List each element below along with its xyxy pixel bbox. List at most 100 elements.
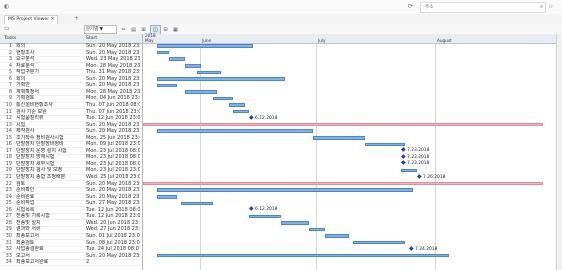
milestone-label: 7.26.2018 [423,174,446,180]
milestone-label: 7.24.2018 [415,246,438,252]
task-start: Sun. 27 May 2018 23:0 [86,200,140,207]
task-bar[interactable] [365,142,405,147]
task-name: 사업종결완료 [16,246,44,253]
task-bar[interactable] [185,90,217,94]
title-bar: ◐ ⟳ 주소 ⌕ ☆ [0,0,562,15]
refresh-icon[interactable]: ⟳ [408,2,413,11]
column-header-start[interactable]: Start [86,34,97,43]
address-bar[interactable]: 주소 [420,2,546,13]
task-name: 계획확정서 [16,88,40,95]
task-bar[interactable] [229,103,245,107]
table-row[interactable]: 34 최종보고서완료 2 [0,259,142,267]
task-name: 보고서 [16,252,30,259]
gantt-chart: 2018 May June July August ◆ 6.12.2018 ◆ 7… [143,33,557,270]
task-start: Mon. 23 Jul 2018 23:0 [86,167,140,174]
row-number: 31 [5,239,12,246]
row-number: 34 [5,259,12,266]
task-name: 기획검토 [16,95,35,102]
task-bar[interactable] [181,201,213,206]
milestone[interactable]: ◆ 7.24.2018 [409,245,438,253]
summary-bar[interactable] [143,122,543,127]
task-name: 자료분석 [16,62,35,69]
gantt-bars: ◆ 6.12.2018 ◆ 7.23.2018 ◆ 7.23.2018 ◆ 7.23.… [143,43,557,270]
task-bar[interactable] [197,70,221,75]
task-bar[interactable] [157,129,313,134]
row-number: 18 [5,154,12,161]
row-number: 5 [8,69,12,76]
task-name: 조기착수 정비검사시험 [16,134,64,141]
row-number: 20 [5,167,12,174]
task-start: Thu. 07 Jun 2018 08:00 [86,101,140,108]
task-bar[interactable] [169,57,185,61]
row-number: 6 [8,75,12,82]
star-icon[interactable]: ☆ [548,2,553,11]
task-start: Sun. 20 May 2018 23:0 [86,180,140,187]
task-name: 회의 [16,43,26,49]
task-bar[interactable] [157,194,177,199]
row-number: 17 [5,147,12,154]
row-number: 23 [5,187,12,194]
row-number: 13 [5,121,12,128]
task-name: 검토 [16,180,26,187]
row-number: 1 [8,43,12,49]
task-start: Mon. 28 May 2018 23:0 [86,62,140,69]
row-number: 2 [8,49,12,56]
task-bar[interactable] [157,77,285,81]
task-bar[interactable] [157,44,253,48]
milestone[interactable]: ◆ 7.23.2018 [401,160,429,167]
tab-label: MS Project Viewer [8,17,50,22]
row-number: 19 [5,160,12,167]
milestone[interactable]: ◆ 6.12.2018 [249,206,277,213]
task-name: 준비확인 [16,187,35,194]
task-bar[interactable] [233,109,249,114]
task-bar[interactable] [401,168,417,173]
search-icon[interactable]: ⌕ [540,2,543,11]
task-start: Thu. 31 May 2018 23:0 [86,69,140,76]
milestone[interactable]: ◆ 6.12.2018 [249,113,277,122]
task-start: Thu. 07 Jun 2018 23:0 [86,108,140,115]
milestone-icon: ◆ [417,172,422,180]
task-start: Sun. 20 May 2018 23:0 [86,82,140,89]
task-name: 요구분석 [16,56,35,63]
close-icon[interactable]: ✕ [51,17,55,22]
task-bar[interactable] [353,240,405,245]
task-bar[interactable] [157,83,177,88]
column-header-tasks[interactable]: Tasks [4,34,16,43]
task-start: Tue. 12 Jun 2018 23:0 [86,213,140,220]
task-start: Sun. 20 May 2018 23:0 [86,193,140,200]
task-bar[interactable] [281,221,309,225]
task-bar[interactable] [325,234,349,238]
task-name: 단말장치 단말장비정비 [16,141,64,148]
row-number: 7 [8,82,12,89]
task-bar[interactable] [157,253,449,258]
task-bar[interactable] [213,96,233,101]
tab-ms-project-viewer[interactable]: MS Project Viewer ✕ [4,15,59,24]
vertical-scrollbar[interactable] [556,34,562,270]
row-number: 29 [5,226,12,233]
task-start: Sun. 20 May 2018 23:0 [86,187,140,194]
task-bar[interactable] [185,63,201,68]
milestone[interactable]: ◆ 7.26.2018 [417,172,446,181]
new-tab-icon[interactable]: + [74,14,79,23]
milestone-label: 7.23.2018 [407,161,430,167]
task-name: 단말장치 검사 및 보정 [16,167,63,174]
task-bar[interactable] [249,214,281,219]
task-start: Sun. 20 May 2018 23:0 [86,128,140,135]
milestone-icon: ◆ [249,113,254,121]
task-bar[interactable] [157,50,169,55]
task-start: Mon. 23 Jul 2018 08:0 [86,154,140,161]
task-name: 단말장치 운영 설치 시험 [16,147,67,154]
task-name: 시험품질리뷰 [16,115,44,122]
task-start: Wed. 25 Jul 2018 23:0 [86,174,140,180]
task-name: 결과와 서류 [16,226,41,233]
folder-icon[interactable]: ▭ [4,24,10,33]
task-bar[interactable] [309,227,325,232]
milestone-label: 7.23.2018 [407,154,430,160]
zoom-select[interactable]: 분기별 ▼ [84,25,117,34]
task-start: Wed. 23 May 2018 23:0 [86,56,140,63]
task-name: 단말장치 세부시험 [16,160,55,167]
summary-bar[interactable] [143,181,543,186]
task-bar[interactable] [313,136,365,140]
row-number: 14 [5,128,12,135]
task-bar[interactable] [157,188,413,192]
